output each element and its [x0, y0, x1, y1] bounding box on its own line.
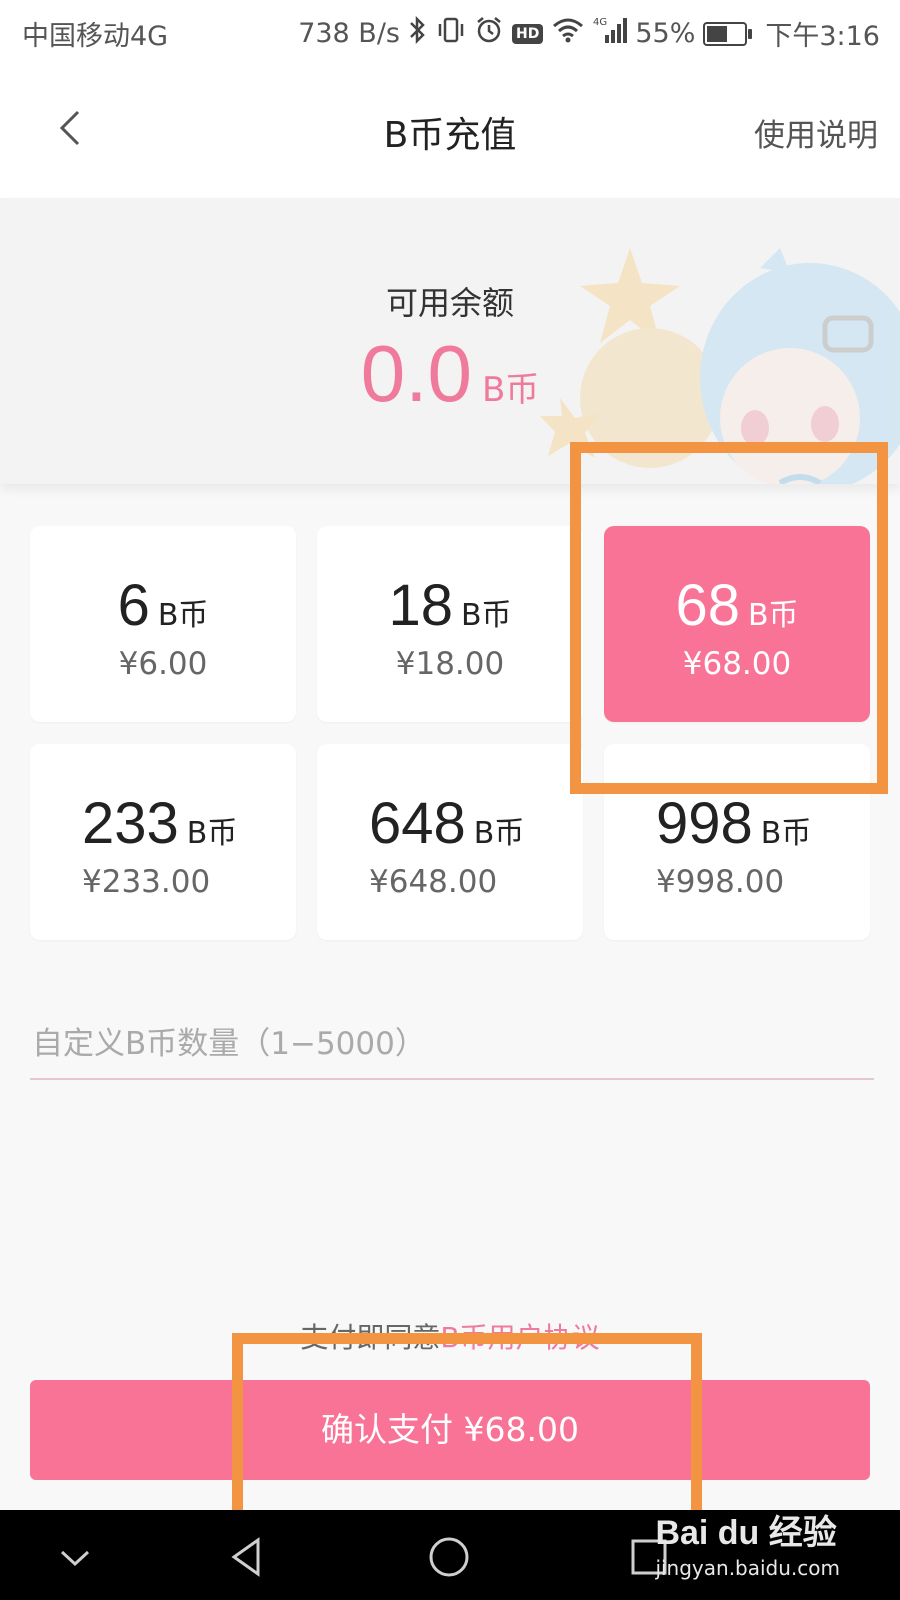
- status-icons: 738 B/s HD 4G 55% 下午3:16: [298, 14, 880, 53]
- hd-badge: HD: [512, 23, 544, 44]
- nav-hide-button[interactable]: [50, 1532, 100, 1582]
- balance-panel: 可用余额 0.0 B币: [0, 198, 900, 484]
- option-unit: B币: [747, 598, 799, 633]
- signal-icon: 4G: [593, 15, 628, 52]
- option-unit: B币: [186, 816, 238, 851]
- option-price: ¥68.00: [682, 646, 792, 682]
- net-speed: 738 B/s: [298, 18, 400, 49]
- option-68-selected[interactable]: 68 B币 ¥68.00: [604, 526, 870, 722]
- battery-percent: 55%: [635, 18, 696, 49]
- option-unit: B币: [473, 816, 525, 851]
- watermark-main: Bai du 经验: [655, 1514, 837, 1552]
- recharge-options: 6 B币 ¥6.00 18 B币 ¥18.00 68 B币 ¥68.00 233 B币 …: [30, 526, 870, 940]
- chevron-down-icon: [60, 1550, 90, 1567]
- option-amount: 648: [369, 791, 466, 856]
- nav-back-button[interactable]: [222, 1532, 272, 1582]
- wifi-icon: [551, 16, 585, 51]
- carrier-label: 中国移动4G: [22, 21, 169, 52]
- circle-home-icon: [429, 1537, 469, 1577]
- option-unit: B币: [157, 598, 209, 633]
- option-unit: B币: [460, 598, 512, 633]
- option-998[interactable]: 998 B币 ¥998.00: [604, 744, 870, 940]
- option-648[interactable]: 648 B币 ¥648.00: [317, 744, 583, 940]
- balance-label: 可用余额: [385, 284, 514, 322]
- option-amount: 6: [117, 573, 150, 638]
- option-amount: 233: [82, 791, 179, 856]
- battery-icon: [703, 21, 753, 46]
- clock: 下午3:16: [765, 21, 880, 52]
- option-18[interactable]: 18 B币 ¥18.00: [317, 526, 583, 722]
- agreement-text: 支付即同意B币用户协议: [0, 1316, 900, 1356]
- bluetooth-icon: [408, 15, 428, 52]
- status-bar: 中国移动4G 738 B/s HD 4G 55% 下午3:16: [0, 0, 900, 62]
- custom-amount-input[interactable]: [30, 1010, 874, 1080]
- baidu-watermark: Bai du 经验 jingyan.baidu.com: [655, 1505, 840, 1580]
- header: B币充值 使用说明: [0, 62, 900, 198]
- confirm-pay-button[interactable]: 确认支付 ¥68.00: [30, 1380, 870, 1480]
- nav-home-button[interactable]: [424, 1532, 474, 1582]
- option-amount: 998: [656, 791, 753, 856]
- triangle-back-icon: [231, 1537, 260, 1577]
- usage-instructions-link[interactable]: 使用说明: [754, 110, 878, 155]
- option-price: ¥233.00: [82, 864, 211, 900]
- option-6[interactable]: 6 B币 ¥6.00: [30, 526, 296, 722]
- option-233[interactable]: 233 B币 ¥233.00: [30, 744, 296, 940]
- option-amount: 18: [388, 573, 453, 638]
- option-price: ¥648.00: [369, 864, 498, 900]
- vibrate-icon: [436, 15, 466, 52]
- watermark-sub: jingyan.baidu.com: [655, 1556, 840, 1580]
- agreement-prefix: 支付即同意: [300, 1321, 441, 1354]
- option-price: ¥18.00: [395, 646, 505, 682]
- option-price: ¥998.00: [656, 864, 785, 900]
- alarm-icon: [474, 15, 504, 52]
- option-unit: B币: [760, 816, 812, 851]
- balance-unit: B币: [481, 370, 540, 410]
- option-price: ¥6.00: [118, 646, 208, 682]
- signal-type-label: 4G: [593, 17, 607, 28]
- balance-amount: 0.0: [360, 329, 472, 418]
- option-amount: 68: [675, 573, 740, 638]
- balance-value: 0.0 B币: [0, 328, 900, 420]
- agreement-link[interactable]: B币用户协议: [440, 1321, 599, 1354]
